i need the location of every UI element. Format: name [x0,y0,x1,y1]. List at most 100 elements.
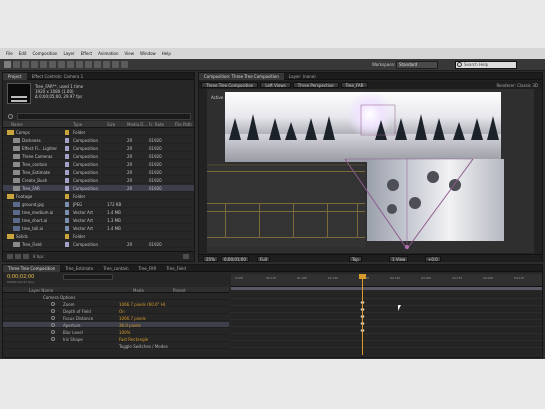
pen-tool-icon[interactable] [67,61,74,68]
tab-project[interactable]: Project [3,72,27,80]
col-parent[interactable]: Parent [173,288,186,293]
label-color-swatch[interactable] [65,218,69,223]
view-angle-dropdown[interactable]: Top [349,256,362,262]
menu-effect[interactable]: Effect [81,51,93,56]
tab-tree-far[interactable]: Tree_FAR [134,265,162,272]
type-tool-icon[interactable] [76,61,83,68]
tab-tree-field[interactable]: Tree_Field [161,265,191,272]
project-row[interactable]: Three Cameras Composition 29 01920 [3,153,194,160]
project-row[interactable]: Darkness Composition 29 01920 [3,137,194,144]
menu-animation[interactable]: Animation [98,51,118,56]
stopwatch-icon[interactable] [51,316,55,320]
project-row[interactable]: tree_medium.ai Vector Art 1.4 MB [3,209,194,216]
magnification-dropdown[interactable]: 25% [203,256,218,262]
stopwatch-icon[interactable] [51,302,55,306]
layer-property-row[interactable]: Blur Level 100% [3,329,229,335]
brush-tool-icon[interactable] [85,61,92,68]
view-tab-left[interactable]: Left Views [260,82,291,88]
col-mode[interactable]: Mode [133,288,144,293]
tab-three-tree-composition[interactable]: Three Tree Composition [3,264,61,272]
layer-property-row[interactable]: Aperture 36.0 pixels [3,322,229,328]
view-tab-three-tree[interactable]: Three Tree Composition [201,82,259,88]
label-color-swatch[interactable] [65,178,69,183]
col-frame-rate[interactable]: Fr. Rate [149,122,164,127]
label-color-swatch[interactable] [65,146,69,151]
label-color-swatch[interactable] [65,170,69,175]
view-layout-dropdown[interactable]: 1 View [389,256,409,262]
label-color-swatch[interactable] [65,194,69,199]
new-composition-icon[interactable] [23,254,29,259]
label-color-swatch[interactable] [65,210,69,215]
layer-property-row[interactable]: Depth of Field On [3,308,229,314]
keyframe-track-area[interactable] [231,293,542,355]
layer-property-value[interactable]: 36.0 pixels [119,323,141,328]
project-row[interactable]: Tree_FAR Composition 29 01920 [3,185,194,192]
puppet-tool-icon[interactable] [121,61,128,68]
layer-property-value[interactable]: 1066.7 pixels [119,316,146,321]
menu-help[interactable]: Help [162,51,171,56]
view-tab-tree-far[interactable]: Tree_FAR [340,82,369,88]
label-color-swatch[interactable] [65,202,69,207]
stopwatch-icon[interactable] [51,309,55,313]
camera-orbit-tool-icon[interactable] [40,61,47,68]
keyframe-track[interactable] [231,314,542,320]
col-type[interactable]: Type [73,122,82,127]
col-layer-name[interactable]: Layer Name [29,288,53,293]
work-area-bar[interactable] [231,287,542,290]
help-search-input[interactable]: Search Help [455,61,517,69]
col-media-duration[interactable]: Media D... [127,122,147,127]
label-color-swatch[interactable] [65,242,69,247]
layer-property-row[interactable]: Camera Options [3,294,229,300]
keyframe-track[interactable] [231,342,542,348]
mask-tool-icon[interactable] [58,61,65,68]
col-name[interactable]: Name [11,122,23,127]
rotate-tool-icon[interactable] [31,61,38,68]
project-row[interactable]: Create_Bush Composition 29 01920 [3,177,194,184]
project-row[interactable]: ground.jpg JPEG 172 KB [3,201,194,208]
project-row[interactable]: Tree_Estimate Composition 29 01920 [3,169,194,176]
roto-brush-tool-icon[interactable] [112,61,119,68]
zoom-tool-icon[interactable] [22,61,29,68]
menu-file[interactable]: File [6,51,13,56]
current-time-display[interactable]: 0;00;01;00 [221,256,249,262]
tab-effect-controls[interactable]: Effect Controls: Camera 1 [27,73,88,80]
keyframe-track[interactable] [231,321,542,327]
composition-viewer[interactable]: Active Camera [207,89,534,253]
exposure-value[interactable]: +0.0 [425,256,441,262]
bpc-indicator[interactable]: 8 bpc [33,254,44,259]
label-color-swatch[interactable] [65,138,69,143]
keyframe-track[interactable] [231,300,542,306]
stopwatch-icon[interactable] [51,337,55,341]
col-file-path[interactable]: File Path [175,122,192,127]
tab-tree-estimate[interactable]: Tree_Estimate [60,265,98,272]
menu-window[interactable]: Window [140,51,156,56]
workspace-dropdown[interactable]: Standard [396,61,438,69]
menu-composition[interactable]: Composition [32,51,57,56]
label-color-swatch[interactable] [65,226,69,231]
keyframe-track[interactable] [231,293,542,299]
project-row[interactable]: tree_tall.ai Vector Art 1.4 MB [3,225,194,232]
renderer-label[interactable]: Renderer: Classic 3D [496,83,538,88]
resolution-dropdown[interactable]: Full [257,256,270,262]
stopwatch-icon[interactable] [51,330,55,334]
project-row[interactable]: Solids Folder [3,233,194,240]
project-search-input[interactable] [17,113,191,120]
tab-layer[interactable]: Layer: (none) [284,73,321,80]
tab-tree-contain[interactable]: Tree_contain [98,265,133,272]
timeline-search-input[interactable] [63,274,113,280]
project-row[interactable]: Tree_Field Composition 29 01920 [3,241,194,248]
project-row[interactable]: Effect Fi... Lighter Composition 29 01920 [3,145,194,152]
pan-behind-tool-icon[interactable] [49,61,56,68]
new-folder-icon[interactable] [15,254,21,259]
time-ruler[interactable]: 0;00f00:15f01:00f01:15f02:00f02:15f03:00… [231,274,542,287]
layer-property-value[interactable]: On [119,309,125,314]
hand-tool-icon[interactable] [13,61,20,68]
view-tab-perspective[interactable]: Three Perspective [292,82,339,88]
project-row[interactable]: tree_short.ai Vector Art 1.3 MB [3,217,194,224]
trash-icon[interactable] [183,254,189,259]
stopwatch-icon[interactable] [51,323,55,327]
menu-layer[interactable]: Layer [63,51,74,56]
eraser-tool-icon[interactable] [103,61,110,68]
layer-property-value[interactable]: 100% [119,330,130,335]
layer-property-row[interactable]: Toggle Switches / Modes [3,343,229,349]
